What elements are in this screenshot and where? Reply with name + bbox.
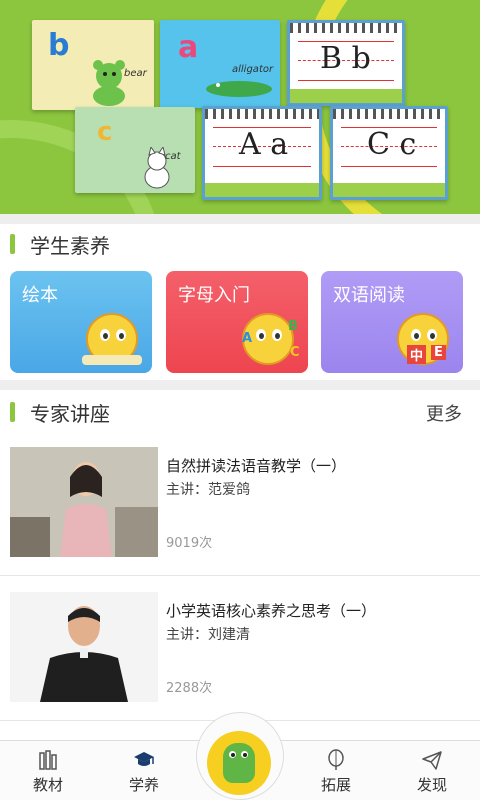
graduation-cap-icon (134, 752, 154, 766)
section-title: 专家讲座 (30, 402, 110, 426)
lecture-item[interactable]: 小学英语核心素养之思考（一） 主讲：刘建清 2288次 (0, 592, 480, 720)
section-divider (0, 380, 480, 390)
section-header-student: 学生素养 (0, 224, 480, 264)
lecture-thumbnail (10, 447, 158, 557)
notebook-letters: C c (367, 127, 417, 162)
deco-letter: A (242, 331, 253, 346)
more-link[interactable]: 更多 (426, 400, 462, 426)
row-separator (0, 575, 480, 576)
lecture-title: 小学英语核心素养之思考（一） (166, 602, 377, 620)
balloon-icon (328, 749, 344, 770)
deco-letter: C (290, 345, 300, 360)
speaker-photo-icon (10, 447, 158, 557)
alligator-icon (206, 81, 272, 97)
section-divider (0, 214, 480, 224)
center-button-circle (207, 731, 271, 795)
flashcard-letter: a (178, 30, 199, 65)
dragon-mascot-icon (223, 743, 255, 783)
paper-plane-icon (422, 751, 442, 770)
speaker-photo-icon (10, 592, 158, 702)
tile-label: 双语阅读 (333, 285, 405, 306)
tile-label: 字母入门 (178, 285, 250, 306)
flashcard-word: cat (165, 151, 181, 162)
notebook-rings (333, 109, 445, 119)
nav-item-textbook[interactable]: 教材 (0, 741, 96, 800)
flashcard-alligator: a alligator (160, 20, 280, 108)
notebook-letters: B b (320, 41, 371, 76)
notebook-rings (290, 23, 402, 33)
book-icon (82, 355, 142, 365)
notebook-rings (205, 109, 319, 119)
section-accent-bar (10, 234, 15, 254)
lecture-views: 2288次 (166, 681, 213, 696)
flashcard-letter: c (97, 117, 113, 147)
flashcard-letter: b (48, 28, 70, 63)
notebook-letters: A a (239, 127, 289, 162)
tile-alphabet-intro[interactable]: 字母入门 A B C (166, 271, 308, 373)
deco-letter: B (288, 319, 298, 334)
notebook-grass (205, 183, 319, 197)
hero-banner[interactable]: b bear a alligator c cat B b A a C c (0, 0, 480, 214)
notebook-card-aa: A a (202, 106, 322, 200)
lecture-item[interactable]: 自然拼读法语音教学（一） 主讲：范爱鸽 9019次 (0, 447, 480, 575)
tile-picture-book[interactable]: 绘本 (10, 271, 152, 373)
lecture-speaker: 主讲：范爱鸽 (166, 482, 250, 498)
nav-item-discover[interactable]: 发现 (384, 741, 480, 800)
flashcard-bear: b bear (32, 20, 154, 110)
lecture-views: 9019次 (166, 536, 213, 551)
tile-bilingual-reading[interactable]: 双语阅读 中 E (321, 271, 463, 373)
nav-item-extension[interactable]: 拓展 (288, 741, 384, 800)
flashcard-word: bear (124, 68, 147, 79)
books-icon (39, 750, 57, 770)
notebook-card-bb: B b (287, 20, 405, 106)
flashcard-word: alligator (232, 64, 274, 75)
flashcard-cat: c cat (75, 107, 195, 193)
notebook-grass (333, 183, 445, 197)
lecture-title: 自然拼读法语音教学（一） (166, 457, 347, 475)
section-accent-bar (10, 402, 15, 422)
bear-icon (93, 60, 125, 106)
nav-label: 发现 (416, 776, 447, 794)
nav-label: 教材 (32, 776, 63, 794)
nav-item-cultivation[interactable]: 学养 (96, 741, 192, 800)
section-header-expert: 专家讲座 更多 (0, 392, 480, 432)
nav-label: 学养 (128, 776, 159, 794)
tile-label: 绘本 (22, 285, 58, 306)
section-title: 学生素养 (30, 234, 110, 258)
lecture-thumbnail (10, 592, 158, 702)
lecture-speaker: 主讲：刘建清 (166, 627, 250, 643)
nav-label: 拓展 (320, 776, 351, 794)
deco-char: E (431, 345, 446, 360)
notebook-card-cc: C c (330, 106, 448, 200)
center-mascot-button[interactable] (196, 712, 284, 800)
deco-char: 中 (407, 345, 427, 364)
notebook-grass (290, 89, 402, 103)
